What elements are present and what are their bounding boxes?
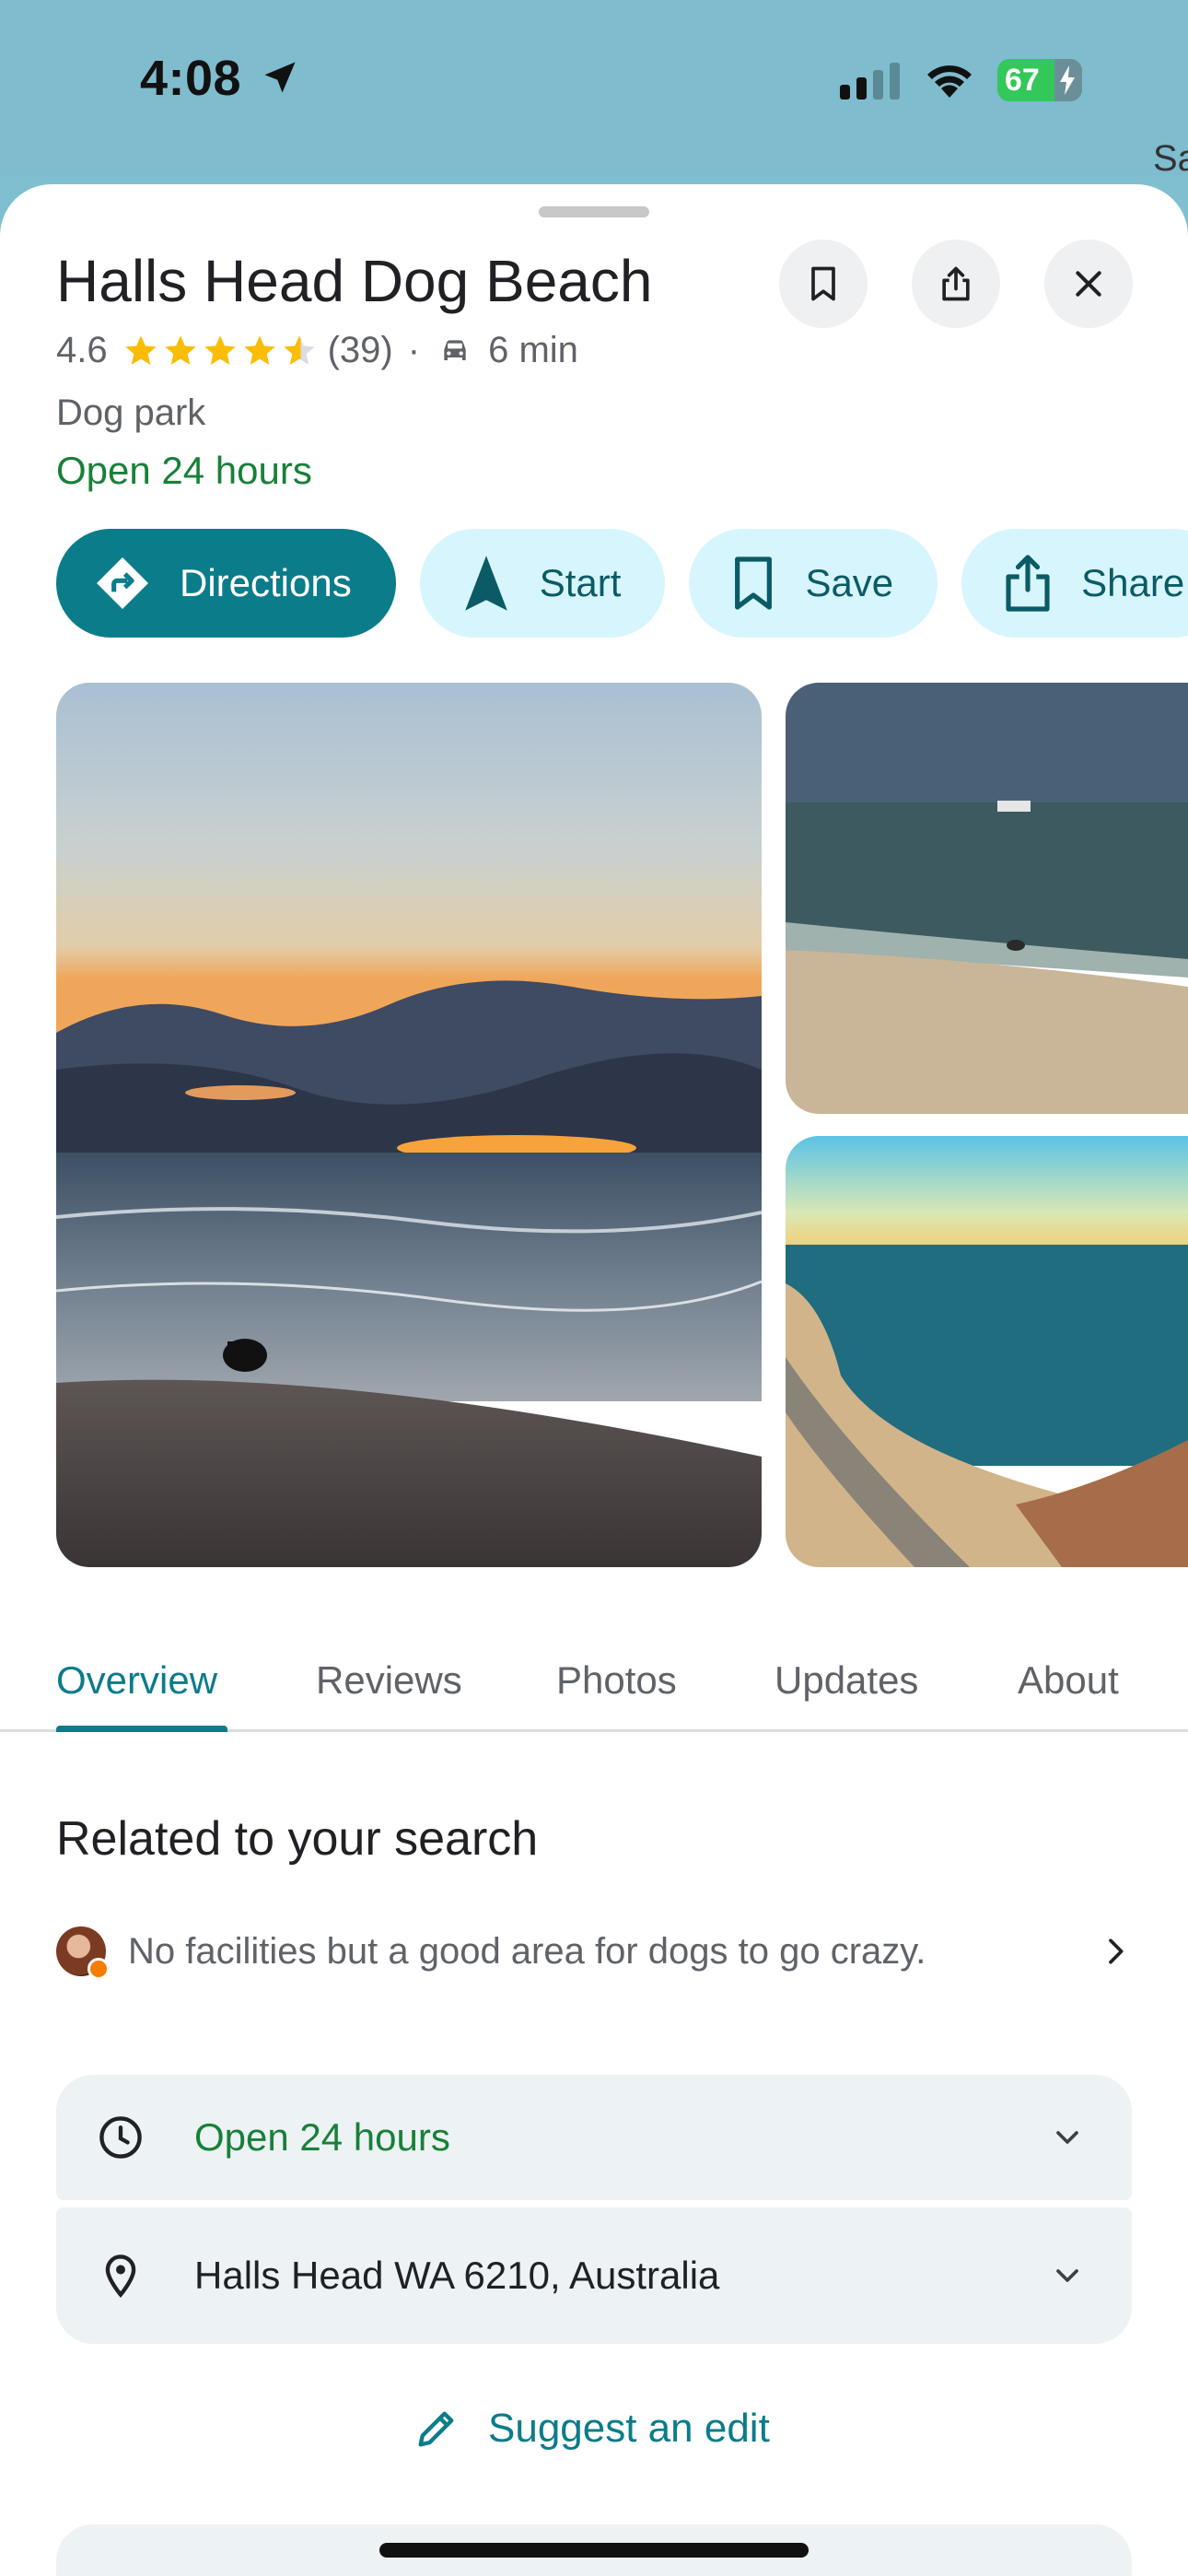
save-label: Save (805, 561, 894, 604)
start-button[interactable]: Start (419, 529, 666, 638)
star-full-icon (124, 334, 157, 365)
open-status[interactable]: Open 24 hours (56, 449, 312, 493)
place-sheet: Halls Head Dog Beach 4.6 (39) · 6 min Do… (0, 184, 1188, 2576)
share-button[interactable] (912, 240, 1000, 328)
star-full-icon (243, 334, 275, 365)
home-indicator[interactable] (379, 2543, 809, 2558)
hours-text: Open 24 hours (194, 2115, 450, 2159)
chevron-down-icon (1056, 2131, 1078, 2144)
directions-icon (97, 557, 148, 609)
address-text: Halls Head WA 6210, Australia (194, 2254, 720, 2297)
close-icon (1076, 271, 1101, 297)
drive-time: 6 min (488, 330, 578, 370)
place-category: Dog park (56, 392, 206, 433)
photo-sunset-beach[interactable] (56, 683, 762, 1567)
action-chips: Directions Start Save Share (56, 529, 1188, 638)
navigation-arrow-icon (464, 556, 507, 611)
charging-bolt-icon (1060, 65, 1075, 95)
related-review-snippet[interactable]: No facilities but a good area for dogs t… (56, 1918, 1134, 1985)
bookmark-icon (811, 266, 835, 301)
star-rating (122, 333, 320, 369)
chevron-down-icon (1056, 2269, 1078, 2282)
active-tab-indicator (56, 1726, 227, 1732)
snippet-text: No facilities but a good area for dogs t… (128, 1930, 926, 1972)
car-icon (444, 339, 466, 360)
share-label: Share (1081, 561, 1185, 604)
photo-aerial-coast[interactable] (786, 1136, 1188, 1567)
photo-beach-boat[interactable] (786, 683, 1188, 1114)
map-label[interactable]: Sa (1153, 138, 1188, 180)
pencil-icon (418, 2411, 454, 2447)
status-time: 4:08 (140, 51, 242, 106)
tab-updates[interactable]: Updates (775, 1658, 918, 1703)
close-button[interactable] (1044, 240, 1133, 328)
tab-reviews[interactable]: Reviews (316, 1658, 462, 1703)
clock-icon (99, 2116, 142, 2159)
share-icon (1006, 555, 1050, 612)
place-title: Halls Head Dog Beach (56, 248, 653, 314)
rating-value: 4.6 (56, 330, 108, 370)
share-chip-button[interactable]: Share (961, 529, 1188, 638)
location-arrow-icon (264, 62, 296, 93)
address-row[interactable]: Halls Head WA 6210, Australia (56, 2207, 1132, 2344)
star-half-icon (283, 334, 315, 365)
reviewer-avatar (56, 1926, 110, 1980)
battery-indicator: 67 (997, 59, 1082, 101)
hours-row[interactable]: Open 24 hours (56, 2075, 1132, 2200)
sheet-grabber[interactable] (539, 206, 649, 217)
save-chip-button[interactable]: Save (689, 529, 938, 638)
directions-label: Directions (180, 561, 352, 604)
local-guide-badge-icon (87, 1958, 110, 1980)
chevron-right-icon (1109, 1938, 1124, 1964)
tab-photos[interactable]: Photos (556, 1658, 677, 1703)
share-icon (942, 266, 970, 301)
star-full-icon (164, 334, 196, 365)
related-section-title: Related to your search (56, 1812, 539, 1866)
tab-overview[interactable]: Overview (56, 1658, 217, 1703)
location-pin-icon (105, 2254, 136, 2298)
star-full-icon (204, 334, 236, 365)
review-count: (39) (327, 330, 393, 370)
cellular-signal-icon (840, 63, 900, 100)
directions-button[interactable]: Directions (56, 529, 396, 638)
tab-about[interactable]: About (1018, 1658, 1119, 1703)
save-button[interactable] (779, 240, 868, 328)
start-label: Start (539, 561, 622, 604)
separator: · (407, 330, 421, 370)
bookmark-icon (735, 556, 773, 610)
tab-bar: Overview Reviews Photos Updates About (0, 1631, 1188, 1732)
wifi-icon (927, 65, 972, 98)
rating-line[interactable]: 4.6 (39) · 6 min (56, 330, 578, 371)
suggest-edit-label: Suggest an edit (488, 2406, 770, 2451)
suggest-edit-link[interactable]: Suggest an edit (413, 2405, 770, 2453)
status-bar: 4:08 67 Sa (0, 0, 1188, 179)
